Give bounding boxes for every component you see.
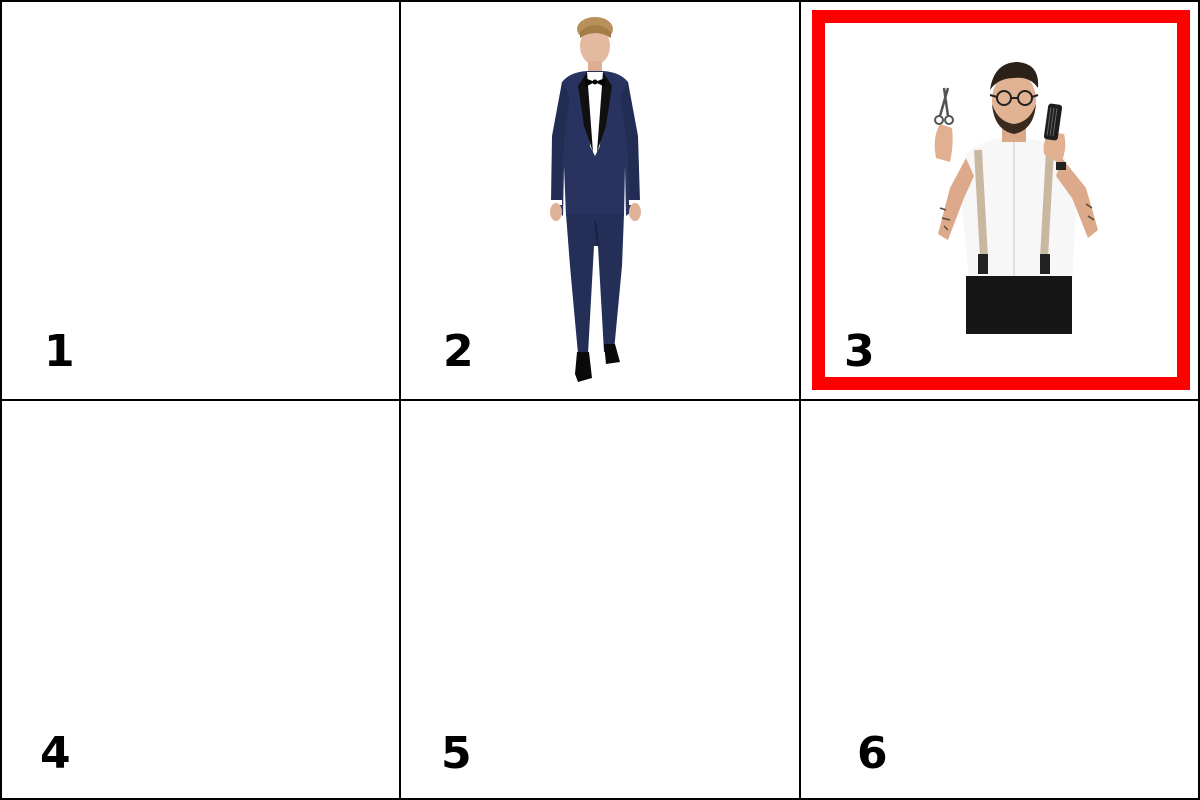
man-in-tuxedo-image [550,17,641,382]
grid-cell-5[interactable]: 5 [400,400,800,800]
cell-number-label: 5 [441,728,472,779]
grid-cell-3[interactable]: 3 [800,0,1200,400]
barber-with-scissors-and-comb-image [934,62,1098,334]
grid-cell-6[interactable]: 6 [800,400,1200,800]
grid-cell-2[interactable]: 2 [400,0,800,400]
cell-number-label: 2 [443,326,474,377]
cell-number-label: 4 [40,728,71,779]
grid-cell-4[interactable]: 4 [0,400,400,800]
grid-cell-1[interactable]: 1 [0,0,400,400]
cell-number-label: 6 [857,728,888,779]
image-grid: 1 2 3 4 5 6 [0,0,1200,800]
cell-number-label: 3 [844,326,875,377]
cell-number-label: 1 [44,326,75,377]
